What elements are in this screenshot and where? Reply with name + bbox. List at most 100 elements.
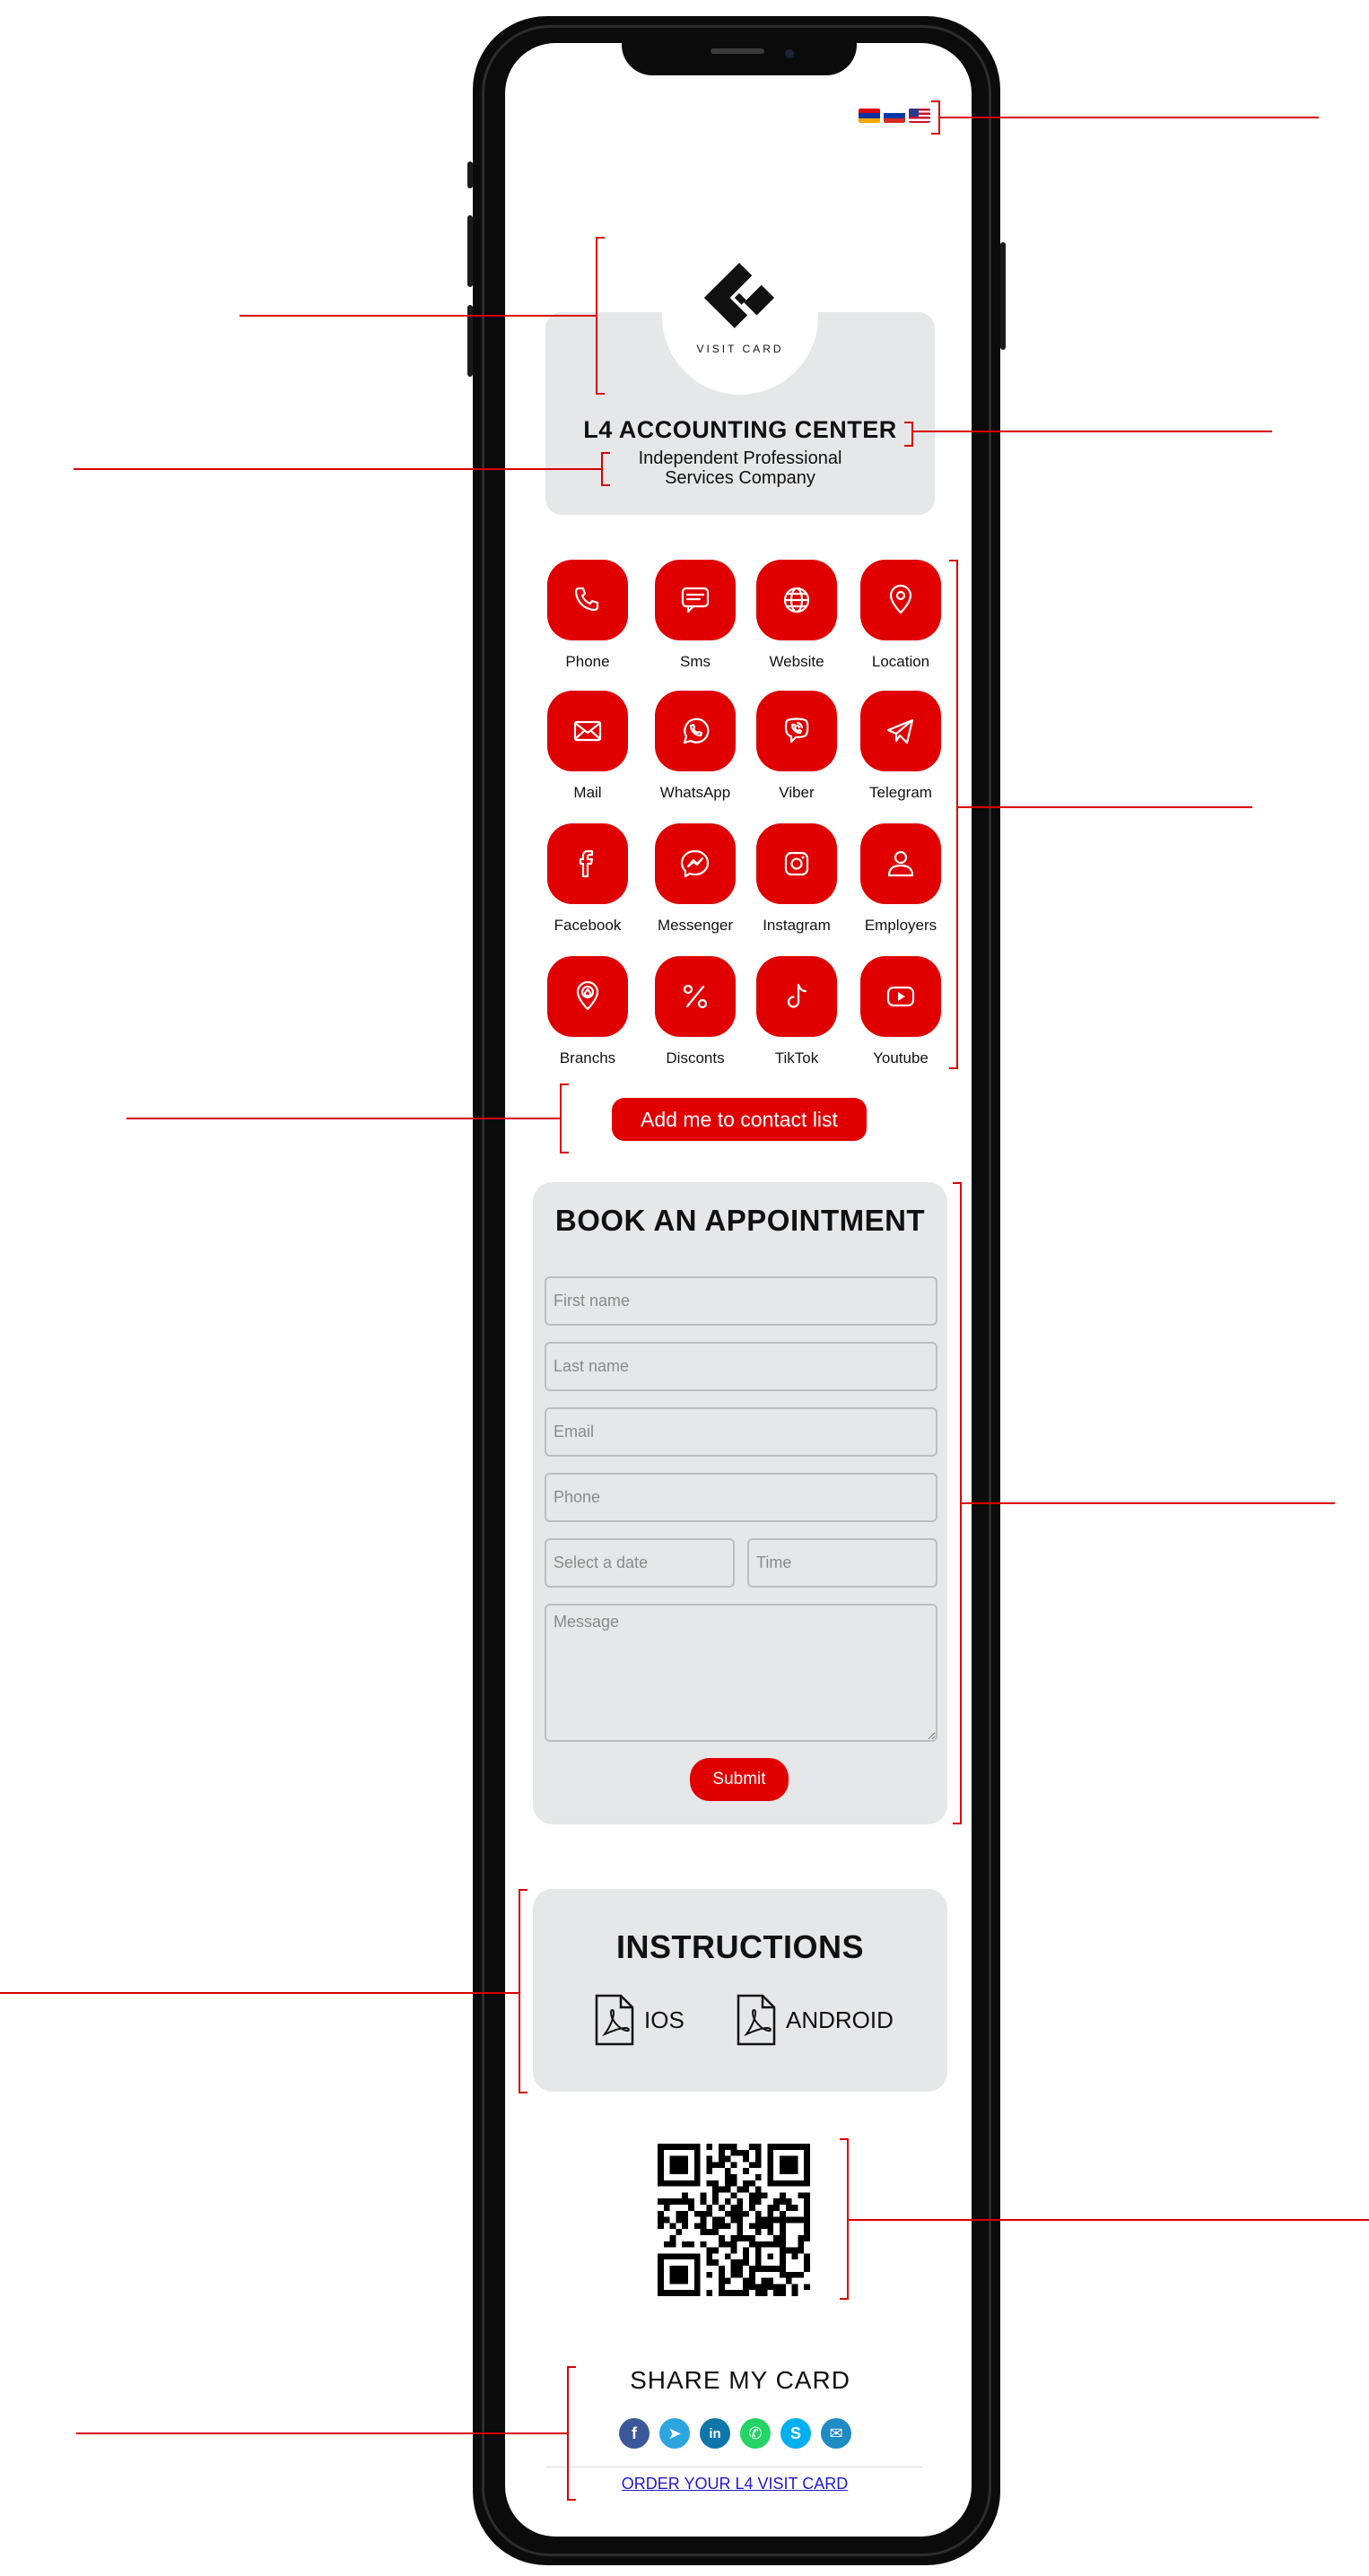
messenger-icon <box>681 849 710 878</box>
speaker-grille <box>711 48 764 54</box>
share-title: SHARE MY CARD <box>630 2366 850 2394</box>
ios-instructions-link[interactable]: IOS <box>594 1993 684 2047</box>
facebook-icon <box>579 849 594 878</box>
phone-icon <box>574 587 599 612</box>
contact-label: Branchs <box>559 1049 616 1066</box>
contact-button-sms[interactable]: Sms <box>646 560 745 671</box>
share-telegram-icon[interactable]: ➤ <box>659 2418 690 2449</box>
order-card-link[interactable]: ORDER YOUR L4 VISIT CARD <box>533 2475 937 2493</box>
user-icon-tile <box>860 823 941 904</box>
share-whatsapp-icon[interactable]: ✆ <box>740 2418 771 2449</box>
contact-label: Youtube <box>873 1049 929 1066</box>
contact-label: Messenger <box>657 917 734 934</box>
pdf-file-icon <box>595 1994 634 2046</box>
contact-button-instagram[interactable]: Instagram <box>747 823 846 935</box>
logo-caption: VISIT CARD <box>696 343 784 355</box>
sms-icon <box>681 587 710 614</box>
android-instructions-link[interactable]: ANDROID <box>736 1993 894 2047</box>
last-name-input[interactable] <box>545 1342 937 1391</box>
contact-label: Location <box>871 653 930 670</box>
front-camera <box>785 49 794 58</box>
instagram-icon-tile <box>756 823 837 904</box>
usa-flag-icon[interactable] <box>909 109 930 123</box>
contact-label: Disconts <box>666 1049 725 1066</box>
contact-label: TikTok <box>774 1049 819 1066</box>
contact-button-facebook[interactable]: Facebook <box>538 823 637 935</box>
russia-flag-icon[interactable] <box>884 109 905 123</box>
instructions-title: INSTRUCTIONS <box>616 1928 864 1965</box>
company-description-line: Services Company <box>665 468 815 488</box>
share-email-icon[interactable]: ✉ <box>821 2418 851 2449</box>
phone-input[interactable] <box>545 1473 937 1522</box>
contact-label: Telegram <box>869 784 932 801</box>
share-linkedin-icon[interactable]: in <box>700 2418 730 2449</box>
tiktok-icon-tile <box>756 956 837 1037</box>
phone-icon-tile <box>547 560 628 640</box>
messenger-icon-tile <box>655 823 736 904</box>
instructions-card <box>533 1889 947 2092</box>
branch-pin-icon-tile <box>547 956 628 1037</box>
facebook-icon-tile <box>547 823 628 904</box>
contact-button-branchs[interactable]: Branchs <box>538 956 637 1067</box>
add-to-contacts-button[interactable]: Add me to contact list <box>612 1098 867 1141</box>
contact-label: Instagram <box>763 917 831 934</box>
armenia-flag-icon[interactable] <box>859 109 880 123</box>
language-switcher <box>859 109 930 123</box>
message-textarea[interactable] <box>545 1604 937 1742</box>
contact-label: Phone <box>565 653 610 670</box>
contact-label: Website <box>769 653 824 670</box>
share-buttons: f ➤ in ✆ S ✉ <box>619 2418 851 2449</box>
branch-pin-icon <box>576 980 599 1011</box>
contact-label: Employers <box>864 917 937 934</box>
contact-button-youtube[interactable]: Youtube <box>851 956 950 1067</box>
submit-button[interactable]: Submit <box>690 1758 789 1801</box>
whatsapp-icon-tile <box>655 691 736 771</box>
percent-icon <box>683 984 708 1009</box>
qr-code <box>658 2144 810 2296</box>
contact-button-employers[interactable]: Employers <box>851 823 950 935</box>
contact-button-website[interactable]: Website <box>747 560 846 671</box>
mail-icon <box>573 720 602 742</box>
instagram-icon <box>784 851 809 876</box>
youtube-icon-tile <box>860 956 941 1037</box>
company-name: L4 ACCOUNTING CENTER <box>583 416 897 443</box>
location-pin-icon-tile <box>860 560 941 640</box>
contact-button-telegram[interactable]: Telegram <box>851 691 950 802</box>
percent-icon-tile <box>655 956 736 1037</box>
mail-icon-tile <box>547 691 628 771</box>
l4-logo-icon <box>703 262 775 328</box>
contact-button-whatsapp[interactable]: WhatsApp <box>646 691 745 802</box>
contact-button-viber[interactable]: Viber <box>747 691 846 802</box>
telegram-icon <box>886 718 914 744</box>
contact-label: Facebook <box>554 917 622 934</box>
android-label: ANDROID <box>786 2006 894 2033</box>
location-pin-icon <box>889 584 912 614</box>
contact-button-messenger[interactable]: Messenger <box>646 823 745 935</box>
contact-button-phone[interactable]: Phone <box>538 560 637 671</box>
contact-button-location[interactable]: Location <box>851 560 950 671</box>
viber-icon-tile <box>756 691 837 771</box>
email-input[interactable] <box>545 1407 937 1457</box>
appointment-title: BOOK AN APPOINTMENT <box>554 1204 926 1237</box>
contact-label: WhatsApp <box>659 784 731 801</box>
contact-button-tiktok[interactable]: TikTok <box>747 956 846 1067</box>
share-facebook-icon[interactable]: f <box>619 2418 650 2449</box>
date-input[interactable] <box>545 1538 735 1588</box>
first-name-input[interactable] <box>545 1276 937 1326</box>
contact-button-mail[interactable]: Mail <box>538 691 637 802</box>
pdf-file-icon <box>737 1994 776 2046</box>
contact-label: Sms <box>680 653 711 670</box>
company-description: Independent Professional Services Compan… <box>583 448 897 488</box>
contact-button-disconts[interactable]: Disconts <box>646 956 745 1067</box>
telegram-icon-tile <box>860 691 941 771</box>
company-description-line: Independent Professional <box>638 448 842 468</box>
user-icon <box>887 850 914 877</box>
power-button <box>1000 242 1006 350</box>
viber-icon <box>784 718 809 744</box>
tiktok-icon <box>787 983 807 1008</box>
time-input[interactable] <box>747 1538 937 1588</box>
volume-button <box>467 161 473 188</box>
ios-label: IOS <box>644 2006 684 2033</box>
phone-notch <box>622 41 857 75</box>
share-skype-icon[interactable]: S <box>780 2418 811 2449</box>
